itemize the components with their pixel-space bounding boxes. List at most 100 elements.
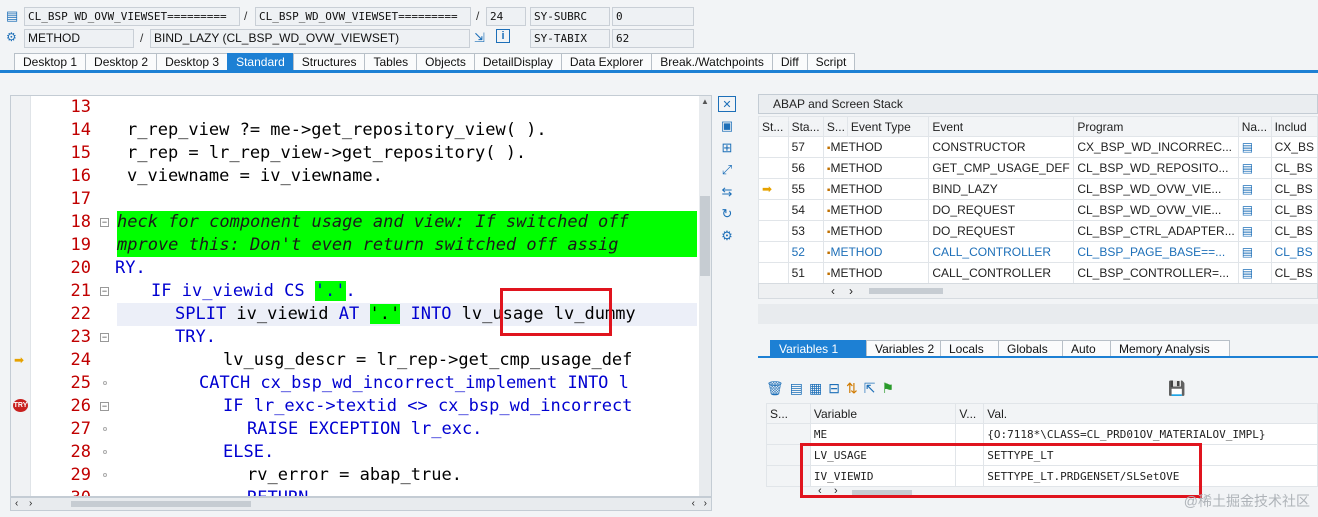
- navigate-icon[interactable]: ▤: [1237, 241, 1272, 263]
- code-line[interactable]: CATCH cx_bsp_wd_incorrect_implement INTO…: [199, 372, 629, 395]
- code-line[interactable]: ELSE.: [223, 441, 274, 464]
- stack-col-header[interactable]: Event Type: [846, 116, 930, 137]
- remove-icon[interactable]: ⊟: [828, 380, 840, 397]
- fold-toggle-icon[interactable]: −: [100, 402, 109, 411]
- tab-desktop-3[interactable]: Desktop 3: [156, 53, 228, 71]
- code-line[interactable]: mprove this: Don't even return switched …: [117, 234, 697, 257]
- maximize-icon[interactable]: ⊞: [718, 140, 736, 156]
- line-number-field[interactable]: 24: [486, 7, 526, 26]
- stack-col-header[interactable]: S...: [822, 116, 848, 137]
- code-line[interactable]: IF iv_viewid CS '.'.: [151, 280, 356, 303]
- editor-horizontal-scrollbar[interactable]: ‹ › ‹ ›: [10, 497, 712, 511]
- fold-toggle-icon[interactable]: −: [100, 333, 109, 342]
- variable-row[interactable]: ME {O:7118*\CLASS=CL_PRD01OV_MATERIALOV_I…: [766, 423, 1318, 445]
- tab-diff[interactable]: Diff: [771, 53, 807, 71]
- breakpoint-gutter[interactable]: [11, 96, 31, 496]
- code-line[interactable]: r_rep_view ?= me->get_repository_view( )…: [127, 119, 547, 142]
- tab-break-watchpoints[interactable]: Break./Watchpoints: [651, 53, 772, 71]
- tab-data-explorer[interactable]: Data Explorer: [560, 53, 652, 71]
- swap-icon[interactable]: ⇆: [718, 184, 736, 200]
- export-icon[interactable]: ⇱: [864, 380, 876, 397]
- refresh-icon[interactable]: ↻: [718, 206, 736, 222]
- fold-marker-icon: [103, 427, 107, 431]
- code-line[interactable]: v_viewname = iv_viewname.: [127, 165, 383, 188]
- vartab-globals[interactable]: Globals: [998, 340, 1062, 357]
- vartab-auto[interactable]: Auto: [1062, 340, 1110, 357]
- close-icon[interactable]: ✕: [718, 96, 736, 112]
- stack-col-header[interactable]: St...: [758, 116, 789, 137]
- marker-icon[interactable]: ⚑: [881, 380, 894, 397]
- code-line[interactable]: r_rep = lr_rep_view->get_repository( ).: [127, 142, 526, 165]
- code-line[interactable]: IF lr_exc->textid <> cx_bsp_wd_incorrect: [223, 395, 632, 418]
- navigate-icon[interactable]: ▤: [1237, 157, 1272, 179]
- tab-desktop-1[interactable]: Desktop 1: [14, 53, 86, 71]
- tab-tables[interactable]: Tables: [364, 53, 417, 71]
- new-tool-icon[interactable]: ▣: [718, 118, 736, 134]
- event-field[interactable]: BIND_LAZY (CL_BSP_WD_OVW_VIEWSET): [150, 29, 470, 48]
- navigate-icon[interactable]: ▤: [1237, 178, 1272, 200]
- sort-icon[interactable]: ⇅: [846, 380, 858, 397]
- tab-detaildisplay[interactable]: DetailDisplay: [473, 53, 561, 71]
- stack-row[interactable]: 52 ▪METHOD CALL_CONTROLLER CL_BSP_PAGE_BASE…: [758, 241, 1318, 263]
- stack-scrollbar[interactable]: ‹ ›: [758, 283, 1318, 299]
- variable-value[interactable]: {O:7118*\CLASS=CL_PRD01OV_MATERIALOV_IMP…: [983, 423, 1318, 445]
- stack-row[interactable]: 56 ▪METHOD GET_CMP_USAGE_DEF CL_BSP_WD_REPO…: [758, 157, 1318, 179]
- fold-toggle-icon[interactable]: −: [100, 218, 109, 227]
- navigate-icon[interactable]: ▤: [1237, 199, 1272, 221]
- code-line[interactable]: TRY.: [175, 326, 216, 349]
- fold-toggle-icon[interactable]: −: [100, 287, 109, 296]
- tab-script[interactable]: Script: [806, 53, 856, 71]
- stack-col-header[interactable]: Program: [1073, 116, 1239, 137]
- stack-row[interactable]: 57 ▪METHOD CONSTRUCTOR CX_BSP_WD_INCORREC..…: [758, 136, 1318, 158]
- variable-tabs: Variables 1 Variables 2 Locals Globals Auto M…: [770, 340, 1230, 357]
- navigate-icon[interactable]: ▤: [1237, 136, 1272, 158]
- exception-breakpoint-icon[interactable]: TRY: [13, 399, 28, 412]
- stack-row[interactable]: 54 ▪METHOD DO_REQUEST CL_BSP_WD_OVW_VIE... ▤…: [758, 199, 1318, 221]
- tab-objects[interactable]: Objects: [416, 53, 474, 71]
- save-icon[interactable]: 💾: [1168, 380, 1185, 397]
- vartab-memory-analysis[interactable]: Memory Analysis: [1110, 340, 1230, 357]
- stack-row[interactable]: 51 ▪METHOD CALL_CONTROLLER CL_BSP_CONTROLLE…: [758, 262, 1318, 284]
- variables-col-header[interactable]: Val.: [983, 403, 1318, 424]
- include-field[interactable]: CL_BSP_WD_OVW_VIEWSET=========: [255, 7, 471, 26]
- tab-desktop-2[interactable]: Desktop 2: [85, 53, 157, 71]
- navigate-icon[interactable]: ⇲: [474, 30, 485, 46]
- variable-name[interactable]: ME: [809, 423, 957, 445]
- stack-col-header[interactable]: Event: [928, 116, 1075, 137]
- code-line[interactable]: lv_usg_descr = lr_rep->get_cmp_usage_def: [223, 349, 632, 372]
- vartab-variables-2[interactable]: Variables 2: [866, 340, 940, 357]
- code-line[interactable]: RAISE EXCEPTION lr_exc.: [247, 418, 482, 441]
- stack-col-header[interactable]: Includ: [1270, 116, 1318, 137]
- navigate-icon[interactable]: ▤: [1237, 262, 1272, 284]
- main-program-field[interactable]: CL_BSP_WD_OVW_VIEWSET=========: [24, 7, 240, 26]
- event-name: DO_REQUEST: [928, 199, 1075, 221]
- sysfield-name-2: SY-TABIX: [530, 29, 610, 48]
- event-type-field[interactable]: METHOD: [24, 29, 134, 48]
- variables-col-header[interactable]: V...: [955, 403, 985, 424]
- stack-level: 55: [787, 178, 824, 200]
- navigate-icon[interactable]: ▤: [1237, 220, 1272, 242]
- settings-icon[interactable]: ⚙: [718, 228, 736, 244]
- code-line[interactable]: heck for component usage and view: If sw…: [117, 211, 697, 234]
- stack-col-header[interactable]: Sta...: [787, 116, 824, 137]
- stack-row[interactable]: 53 ▪METHOD DO_REQUEST CL_BSP_CTRL_ADAPTER..…: [758, 220, 1318, 242]
- tab-structures[interactable]: Structures: [292, 53, 365, 71]
- detail-icon[interactable]: ▤: [790, 380, 803, 397]
- code-line[interactable]: RETURN: [247, 487, 308, 496]
- event-type: ▪METHOD: [822, 136, 930, 158]
- vartab-variables-1[interactable]: Variables 1: [770, 340, 866, 357]
- vartab-locals[interactable]: Locals: [940, 340, 998, 357]
- stack-col-header[interactable]: Na...: [1237, 116, 1272, 137]
- delete-icon[interactable]: 🗑: [766, 380, 784, 397]
- variables-col-header[interactable]: S...: [766, 403, 811, 424]
- code-line[interactable]: RY.: [115, 257, 146, 280]
- fullscreen-icon[interactable]: ⤢: [718, 162, 736, 178]
- info-icon[interactable]: i: [496, 29, 510, 43]
- code-line[interactable]: rv_error = abap_true.: [247, 464, 462, 487]
- tab-standard[interactable]: Standard: [227, 53, 293, 71]
- include-name: CL_BS: [1270, 157, 1318, 179]
- variables-col-header[interactable]: Variable: [809, 403, 957, 424]
- editor-vertical-scrollbar[interactable]: ▲: [699, 96, 711, 496]
- stack-row[interactable]: ➡ 55 ▪METHOD BIND_LAZY CL_BSP_WD_OVW_VIE... ▤…: [758, 178, 1318, 200]
- edit-icon[interactable]: ▦: [809, 380, 822, 397]
